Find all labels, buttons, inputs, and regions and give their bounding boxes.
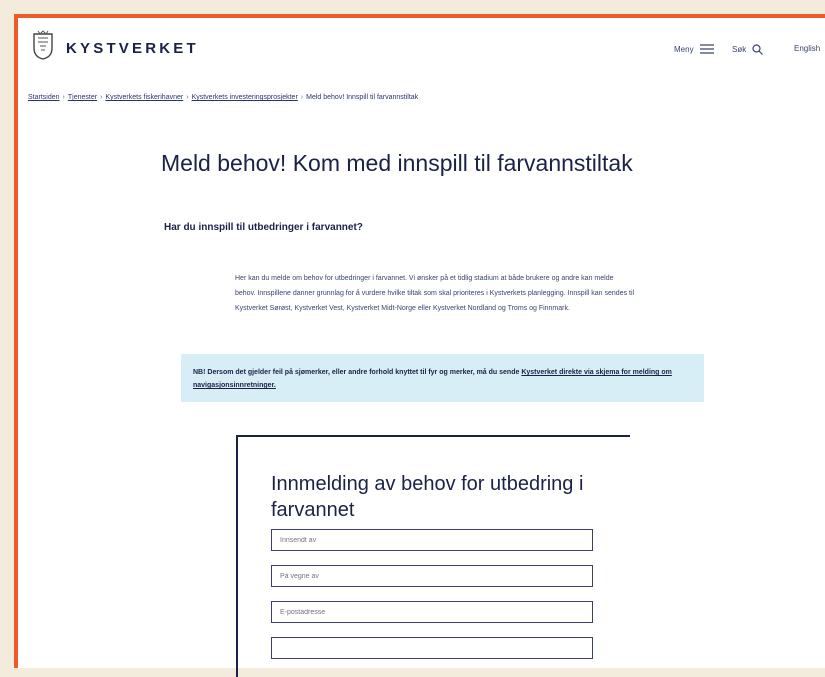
notice-box: NB! Dersom det gjelder feil på sjømerker… bbox=[181, 354, 704, 402]
submitted-by-field[interactable] bbox=[271, 529, 593, 551]
on-behalf-of-field[interactable] bbox=[271, 565, 593, 587]
search-icon bbox=[752, 44, 764, 55]
search-label: Søk bbox=[732, 45, 747, 54]
page-title: Meld behov! Kom med innspill til farvann… bbox=[161, 150, 633, 176]
crest-icon bbox=[33, 30, 53, 60]
breadcrumb-item[interactable]: Kystverkets fiskerihavner bbox=[105, 94, 183, 101]
form-title: Innmelding av behov for utbedring i farv… bbox=[271, 473, 584, 521]
breadcrumb-item[interactable]: Tjenester bbox=[68, 94, 97, 101]
menu-label: Meny bbox=[674, 44, 694, 54]
language-label: English bbox=[794, 44, 821, 53]
page-subtitle: Har du innspill til utbedringer i farvan… bbox=[164, 222, 363, 233]
breadcrumb-current: Meld behov! Innspill til farvannstiltak bbox=[306, 94, 419, 101]
next-field[interactable] bbox=[271, 637, 593, 659]
search-button[interactable]: Søk bbox=[732, 44, 764, 55]
language-button[interactable]: English bbox=[794, 44, 820, 53]
email-field[interactable] bbox=[271, 601, 593, 623]
intro-paragraph: Her kan du melde om behov for utbedringe… bbox=[235, 275, 635, 312]
hamburger-icon bbox=[699, 44, 714, 54]
breadcrumb-item[interactable]: Startsiden bbox=[28, 94, 60, 101]
site-logo[interactable]: KYSTVERKET bbox=[66, 40, 199, 57]
notice-text: NB! Dersom det gjelder feil på sjømerker… bbox=[193, 369, 520, 376]
breadcrumb: Startsiden › Tjenester › Kystverkets fiskeri… bbox=[28, 94, 419, 101]
site-header: KYSTVERKET Meny Søk English bbox=[18, 18, 825, 84]
menu-button[interactable]: Meny bbox=[674, 44, 714, 54]
breadcrumb-item[interactable]: Kystverkets investeringsprosjekter bbox=[192, 94, 298, 101]
browser-frame: KYSTVERKET Meny Søk English Startsiden › T… bbox=[14, 14, 825, 677]
